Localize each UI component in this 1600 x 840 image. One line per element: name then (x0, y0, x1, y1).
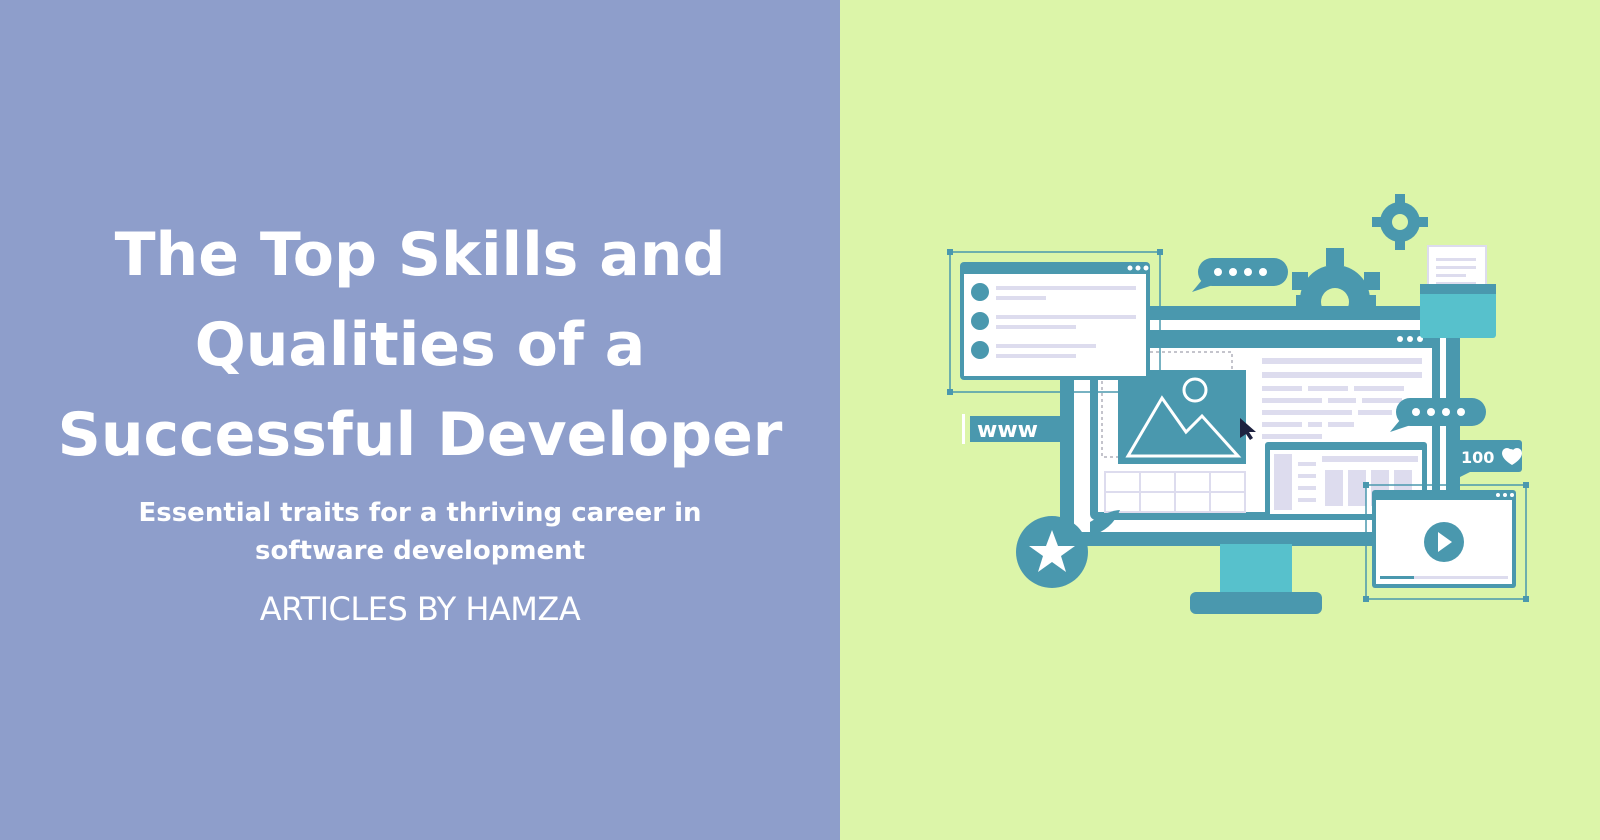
left-panel: The Top Skills and Qualities of a Succes… (0, 0, 840, 840)
subtitle: Essential traits for a thriving career i… (138, 498, 702, 566)
list-card (947, 249, 1163, 395)
chat-bubble-icon (1192, 258, 1288, 292)
video-card (1363, 482, 1529, 602)
image-icon (1118, 370, 1246, 464)
gear-icon (1372, 194, 1428, 250)
url-text: www (977, 418, 1038, 443)
likes-count: 100 (1461, 448, 1494, 467)
web-development-illustration: www 100 (947, 194, 1529, 614)
likes-badge: 100 (1454, 440, 1522, 480)
url-bar: www (962, 414, 1062, 444)
folder-icon (1420, 284, 1496, 338)
play-icon (1424, 522, 1464, 562)
monitor-icon (1190, 544, 1322, 614)
byline: ARTICLES BY HAMZA (259, 590, 581, 628)
page-title: The Top Skills and Qualities of a Succes… (57, 220, 783, 470)
star-icon (1016, 510, 1120, 588)
